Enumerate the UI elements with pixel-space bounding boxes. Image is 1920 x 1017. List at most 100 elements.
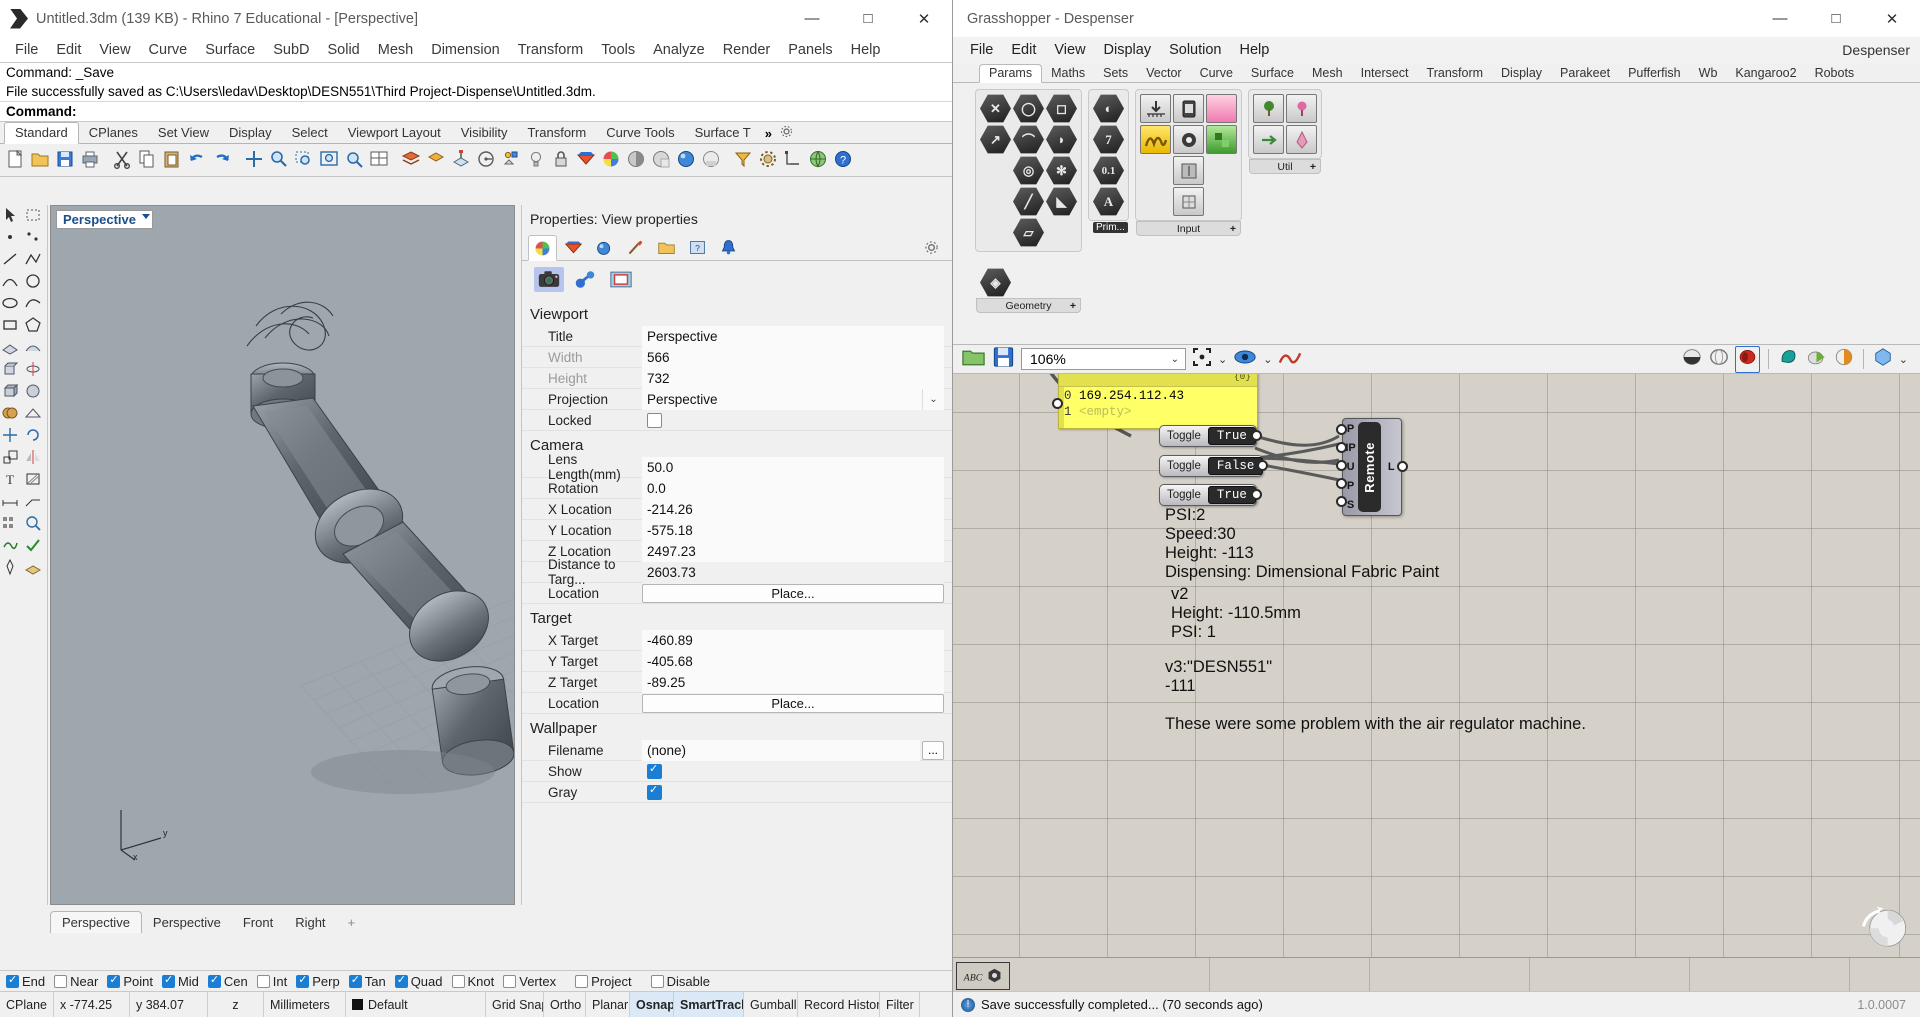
render-display-icon[interactable] xyxy=(1734,345,1760,373)
menu-file[interactable]: File xyxy=(6,39,47,61)
ribbon-tab-wb[interactable]: Wb xyxy=(1690,65,1727,82)
custom-preview-green-icon[interactable] xyxy=(1805,347,1828,372)
select-window-icon[interactable] xyxy=(23,205,46,227)
help-icon[interactable]: ? xyxy=(832,148,856,172)
cplane-tool-icon[interactable] xyxy=(23,557,46,579)
property-row-rotation[interactable]: Rotation 0.0 xyxy=(522,477,952,499)
status-toggle-record-history[interactable]: Record History xyxy=(798,991,880,1017)
osnap-tan[interactable]: Tan xyxy=(348,973,386,989)
toggle-1-value[interactable]: True xyxy=(1207,427,1256,445)
osnap-int[interactable]: Int xyxy=(256,974,287,989)
open-file-icon[interactable] xyxy=(29,148,53,172)
properties-tab-help[interactable]: ? xyxy=(683,234,712,260)
gray-checkbox[interactable] xyxy=(647,783,662,800)
analyze-icon[interactable] xyxy=(23,513,46,535)
gh-menu-view[interactable]: View xyxy=(1045,39,1094,61)
viewport-tab-front[interactable]: Front xyxy=(232,912,284,933)
integer-icon[interactable]: 7 xyxy=(1093,125,1124,154)
property-value-projection[interactable]: Perspective ⌄ xyxy=(642,388,944,410)
menu-help[interactable]: Help xyxy=(842,39,890,61)
line-param-icon[interactable]: ╱ xyxy=(1013,187,1044,216)
osnap-point-checkbox[interactable] xyxy=(107,973,121,988)
osnap-cen[interactable]: Cen xyxy=(207,973,248,989)
toolbar-tab-visibility[interactable]: Visibility xyxy=(451,123,518,143)
color-wheel-icon[interactable] xyxy=(600,148,624,172)
hatch-icon[interactable] xyxy=(23,469,46,491)
ribbon-group-geometry-plus[interactable]: + xyxy=(1070,300,1076,312)
line-icon[interactable] xyxy=(0,249,23,271)
property-row-camera-location[interactable]: Location Place... xyxy=(522,583,952,604)
perspective-viewport[interactable]: Perspective y x xyxy=(50,205,515,905)
osnap-tan-checkbox[interactable] xyxy=(348,973,362,988)
remote-port-l[interactable] xyxy=(1397,461,1408,472)
paste-icon[interactable] xyxy=(161,148,185,172)
brep-param-icon[interactable]: ◣ xyxy=(1046,187,1077,216)
toolbar-tabs-overflow[interactable]: » xyxy=(761,124,776,143)
menu-panels[interactable]: Panels xyxy=(779,39,841,61)
toolbar-tab-select[interactable]: Select xyxy=(282,123,338,143)
polygon-icon[interactable] xyxy=(23,315,46,337)
osnap-disable-checkbox[interactable] xyxy=(650,974,664,988)
cut-icon[interactable] xyxy=(111,148,135,172)
arc-icon[interactable] xyxy=(0,271,23,293)
text-icon[interactable]: A xyxy=(1093,187,1124,216)
osnap-mid-checkbox[interactable] xyxy=(161,973,175,988)
circle-param-icon[interactable]: ◯ xyxy=(1013,94,1044,123)
viewport-tab-perspective[interactable]: Perspective xyxy=(142,912,232,933)
toolbar-tab-cplanes[interactable]: CPlanes xyxy=(79,123,148,143)
remote-input-u[interactable]: U xyxy=(1347,461,1355,473)
transform-move-icon[interactable] xyxy=(0,425,23,447)
osnap-int-checkbox[interactable] xyxy=(256,974,270,988)
properties-tab-view[interactable] xyxy=(528,235,557,261)
custom-preview-blue-icon[interactable] xyxy=(1872,347,1894,372)
vector-param-icon[interactable]: ◎ xyxy=(1013,156,1044,185)
ribbon-tab-pufferfish[interactable]: Pufferfish xyxy=(1619,65,1690,82)
property-row-x-target[interactable]: X Target -460.89 xyxy=(522,629,952,651)
properties-tab-texture[interactable] xyxy=(621,234,650,260)
toggle-3[interactable]: Toggle True xyxy=(1159,484,1257,506)
revolve-icon[interactable] xyxy=(23,359,46,381)
status-toggle-ortho[interactable]: Ortho xyxy=(544,991,586,1017)
zoom-extents-icon[interactable] xyxy=(318,148,342,172)
button-icon[interactable] xyxy=(1173,156,1204,185)
graph-mapper-icon[interactable] xyxy=(1140,125,1171,154)
render-color-icon[interactable] xyxy=(575,148,599,172)
layout-icon[interactable] xyxy=(368,148,392,172)
zoom-selected-icon[interactable] xyxy=(343,148,367,172)
panel-output-port[interactable] xyxy=(1052,398,1063,409)
toggle-2-value[interactable]: False xyxy=(1207,457,1264,475)
osnap-project-checkbox[interactable] xyxy=(575,974,589,988)
property-value-title[interactable]: Perspective xyxy=(642,325,944,347)
osnap-mid[interactable]: Mid xyxy=(161,973,199,989)
property-value-lens-length[interactable]: 50.0 xyxy=(642,456,944,478)
menu-solid[interactable]: Solid xyxy=(319,39,369,61)
dimension-icon[interactable] xyxy=(475,148,499,172)
ribbon-group-util-plus[interactable]: + xyxy=(1310,161,1316,173)
extrude-icon[interactable] xyxy=(0,359,23,381)
arctic-view-icon[interactable] xyxy=(700,148,724,172)
ribbon-group-input-footer[interactable]: Input + xyxy=(1136,221,1241,236)
pipeline-icon[interactable] xyxy=(1286,94,1317,123)
number-icon[interactable]: 0.1 xyxy=(1093,156,1124,185)
gh-menu-file[interactable]: File xyxy=(961,39,1002,61)
toggle-3-value[interactable]: True xyxy=(1207,486,1256,504)
remote-input-p2[interactable]: P xyxy=(1347,480,1354,492)
curve-param-icon[interactable]: ⌒ xyxy=(1013,125,1044,154)
rendered-view-icon[interactable] xyxy=(675,148,699,172)
points-icon[interactable] xyxy=(23,227,46,249)
property-row-x-location[interactable]: X Location -214.26 xyxy=(522,498,952,520)
properties-tab-settings-gear-icon[interactable] xyxy=(917,234,946,260)
shaded-view-icon[interactable] xyxy=(625,148,649,172)
mesh-icon[interactable] xyxy=(23,403,46,425)
distance-icon[interactable] xyxy=(782,148,806,172)
menu-render[interactable]: Render xyxy=(714,39,780,61)
toggle-1-output-port[interactable] xyxy=(1251,430,1262,441)
save-file-icon[interactable] xyxy=(992,346,1015,373)
value-list-icon[interactable] xyxy=(1173,125,1204,154)
grasshopper-icon[interactable] xyxy=(0,535,23,557)
pan-icon[interactable] xyxy=(243,148,267,172)
scale-icon[interactable] xyxy=(0,447,23,469)
osnap-project[interactable]: Project xyxy=(575,974,632,989)
solid-sphere-icon[interactable] xyxy=(23,381,46,403)
osnap-vertex[interactable]: Vertex xyxy=(503,974,556,989)
